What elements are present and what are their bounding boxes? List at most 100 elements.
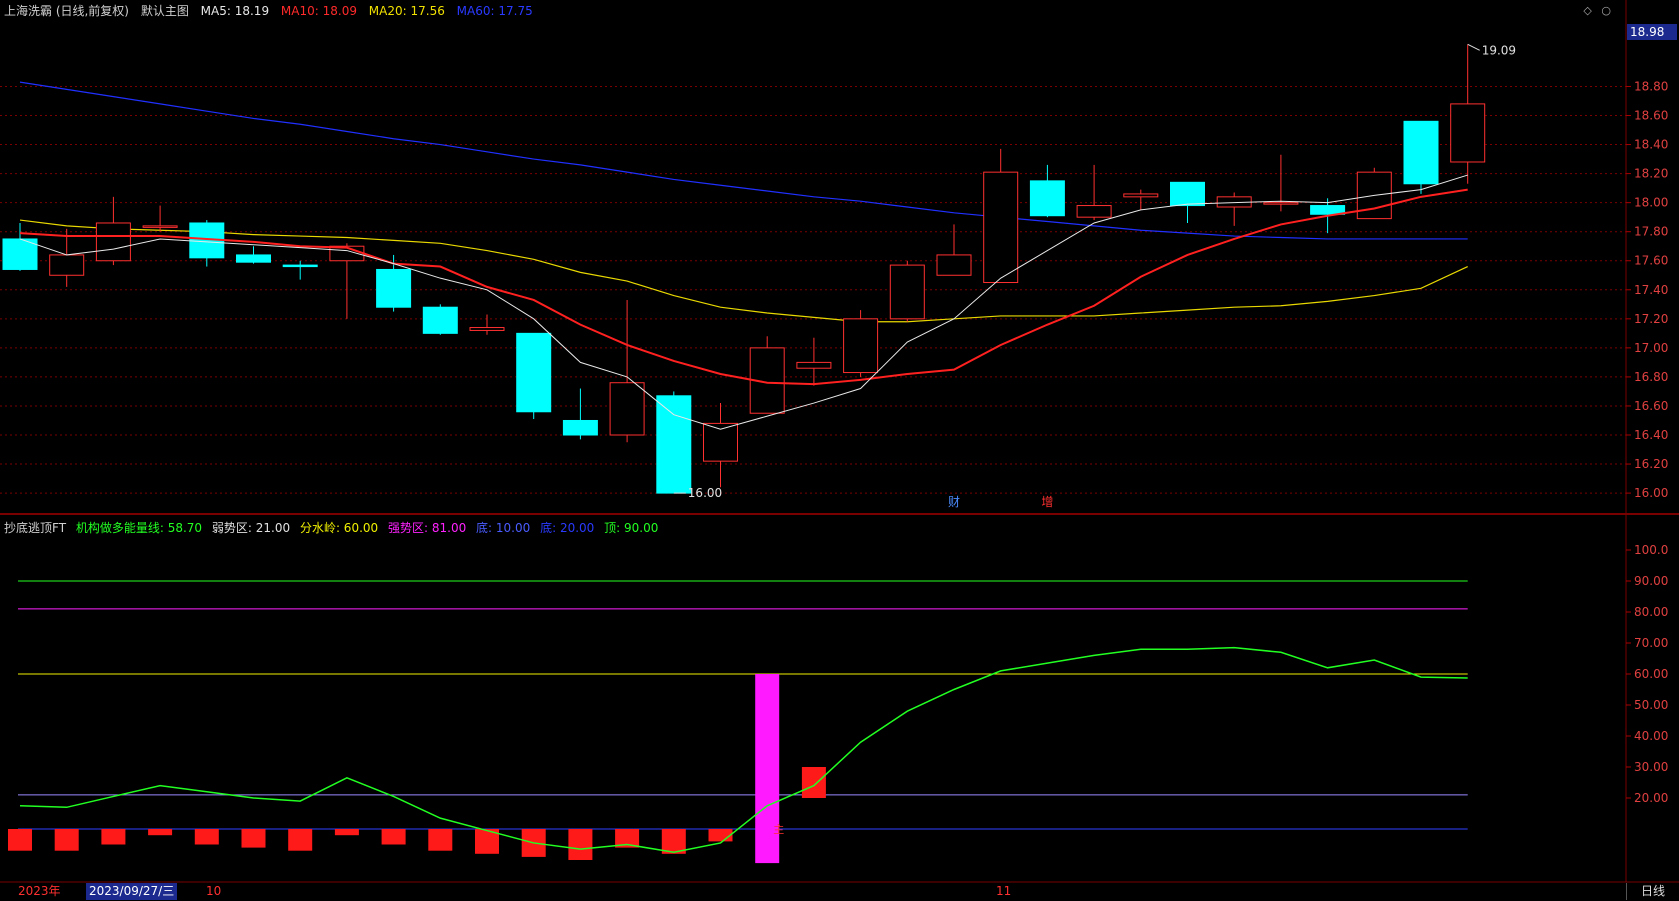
indicator-top-label: 顶: 90.00 [604, 521, 659, 535]
ma10-label: MA10: 18.09 [280, 4, 357, 18]
ma5-label: MA5: 18.19 [200, 4, 270, 18]
event-marker-increase: 增 [1041, 495, 1053, 509]
price-tick-label: 16.80 [1634, 370, 1668, 384]
ma60-line [19, 81, 1468, 240]
indicator-tick-label: 50.00 [1634, 698, 1668, 712]
price-tick-label: 16.60 [1634, 399, 1668, 413]
price-tick-label: 17.80 [1634, 225, 1668, 239]
indicator-strong-label: 强势区: 81.00 [388, 521, 467, 535]
magenta-bar-label: 主 [773, 823, 784, 836]
ma60-label: MA60: 17.75 [456, 4, 533, 18]
indicator-weak-label: 弱势区: 21.00 [211, 521, 291, 535]
indicator-red-bar [381, 829, 406, 845]
candle-body-down [656, 395, 692, 494]
kline-chart-window: 18.80 18.60 18.40 18.20 18.00 17.80 17.60 17.40… [0, 0, 1679, 901]
price-tick-label: 16.20 [1634, 457, 1668, 471]
diamond-icon[interactable]: ◇ [1583, 4, 1591, 17]
candle-body-up [1076, 205, 1112, 218]
price-tick-label: 18.00 [1634, 196, 1668, 210]
candle-body-down [1170, 181, 1205, 207]
candle-body-up [936, 254, 972, 276]
candle-body-up [469, 327, 505, 331]
month-oct-label: 10 [206, 884, 222, 898]
indicator-tick-label: 30.00 [1634, 760, 1668, 774]
chart-canvas[interactable]: 18.80 18.60 18.40 18.20 18.00 17.80 17.60 17.40… [0, 0, 1679, 901]
candle-body-up [609, 382, 645, 436]
indicator-red-bar [708, 829, 733, 842]
indicator-red-bar [101, 829, 126, 845]
price-tick-label: 16.00 [1634, 486, 1668, 500]
price-tick-label: 18.80 [1634, 79, 1668, 93]
corner-controls: ◇ ○ [1577, 4, 1611, 17]
indicator-header: 抄底逃顶FT 机构做多能量线: 58.70 弱势区: 21.00 分水岭: 60… [4, 519, 664, 537]
indicator-tick-label: 70.00 [1634, 636, 1668, 650]
candle-body-up [1450, 103, 1486, 163]
candle-body-down [282, 264, 318, 268]
indicator-tick-label: 40.00 [1634, 729, 1668, 743]
indicator-red-bar [194, 829, 219, 845]
candle-body-up [1263, 202, 1299, 205]
candle-body-up [49, 254, 85, 276]
candle-body-up [843, 318, 879, 374]
indicator-bottom20-label: 底: 20.00 [540, 521, 595, 535]
price-tick-label: 18.60 [1634, 109, 1668, 123]
indicator-tick-label: 80.00 [1634, 605, 1668, 619]
stock-title[interactable]: 上海洗霸 (日线,前复权) [4, 4, 129, 18]
ma20-line [19, 219, 1468, 323]
indicator-red-bar [334, 829, 359, 836]
chart-header: 上海洗霸 (日线,前复权) 默认主图 MA5: 18.19 MA10: 18.0… [4, 2, 541, 20]
year-label: 2023年 [18, 884, 61, 898]
candle-body-down [422, 306, 458, 334]
indicator-red-bar [428, 829, 453, 851]
circle-icon[interactable]: ○ [1601, 4, 1611, 17]
candle-body-down [1029, 180, 1065, 217]
period-button[interactable]: 日线 [1626, 883, 1679, 900]
cursor-date-label: 2023/09/27/三 [86, 883, 178, 900]
indicator-tick-label: 20.00 [1634, 791, 1668, 805]
indicator-red-bar [241, 829, 266, 848]
candle-body-down [376, 268, 412, 308]
main-chart-label[interactable]: 默认主图 [141, 4, 189, 18]
candle-body-down [1403, 120, 1439, 185]
indicator-name[interactable]: 抄底逃顶FT [4, 521, 66, 535]
time-axis: 2023年 2023/09/27/三 10 11 [0, 882, 1679, 901]
price-tick-label: 17.40 [1634, 283, 1668, 297]
indicator-red-bar [801, 767, 826, 798]
event-marker-finance: 财 [948, 495, 960, 509]
indicator-tick-label: 100.0 [1634, 543, 1668, 557]
price-tick-label: 18.40 [1634, 138, 1668, 152]
ma5-line [19, 174, 1468, 430]
price-tick-label: 17.20 [1634, 312, 1668, 326]
indicator-red-bar [148, 829, 173, 836]
indicator-energy-label: 机构做多能量线: 58.70 [75, 521, 203, 535]
month-nov-label: 11 [996, 884, 1012, 898]
candle-body-up [95, 222, 131, 262]
candle-body-up [142, 225, 178, 228]
indicator-red-bar [8, 829, 32, 851]
low-marker-label: 16.00 [688, 486, 722, 500]
indicator-red-bar [54, 829, 79, 851]
candle-body-up [889, 264, 925, 320]
indicator-red-bar [568, 829, 593, 860]
candle-body-up [1123, 193, 1159, 198]
high-marker-arrow [1467, 43, 1480, 51]
candle-body-down [562, 419, 598, 436]
indicator-tick-label: 90.00 [1634, 574, 1668, 588]
ma20-label: MA20: 17.56 [368, 4, 445, 18]
ma10-line [19, 188, 1468, 386]
energy-line [19, 646, 1468, 854]
candle-body-down [516, 332, 552, 413]
current-price-tag: 18.98 [1627, 24, 1677, 40]
candle-body-up [983, 171, 1019, 284]
candle-body-down [236, 254, 271, 263]
price-tick-label: 16.40 [1634, 428, 1668, 442]
candle-body-up [796, 361, 832, 369]
indicator-tick-label: 60.00 [1634, 667, 1668, 681]
price-tick-label: 18.20 [1634, 167, 1668, 181]
high-marker-label: 19.09 [1482, 43, 1516, 57]
indicator-bottom10-label: 底: 10.00 [476, 521, 531, 535]
price-tick-label: 17.00 [1634, 341, 1668, 355]
indicator-red-bar [288, 829, 313, 851]
indicator-watershed-label: 分水岭: 60.00 [299, 521, 379, 535]
price-tick-label: 17.60 [1634, 254, 1668, 268]
